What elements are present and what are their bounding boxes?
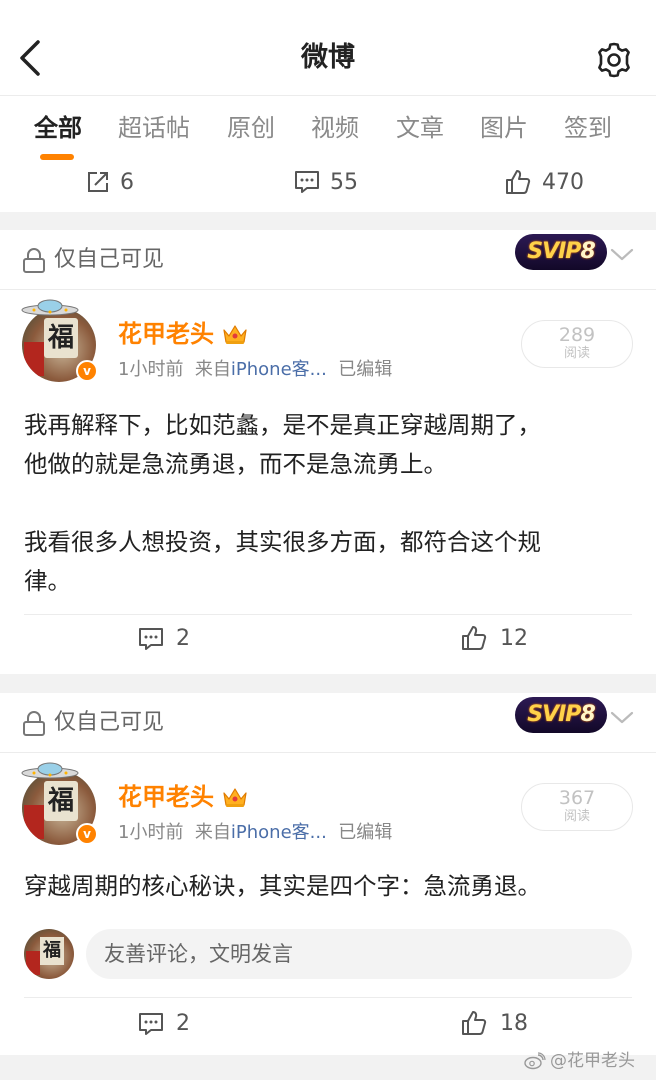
like-button[interactable]: 12 (460, 624, 528, 652)
like-icon (462, 626, 487, 650)
avatar-glyph: 福 (40, 937, 64, 965)
edited-label: 已编辑 (338, 822, 393, 843)
source-prefix: 来自 (194, 359, 231, 380)
comment-count: 55 (330, 169, 358, 195)
lock-icon (23, 711, 45, 736)
post-content: 穿越周期的核心秘诀，其实是四个字：急流勇退。 (24, 872, 541, 900)
crown-icon (223, 325, 247, 344)
comment-icon (139, 1012, 163, 1035)
watermark-text: @花甲老头 (550, 1051, 635, 1071)
repost-icon (88, 172, 108, 192)
like-icon (462, 1011, 487, 1035)
current-user-avatar: 福 (24, 929, 74, 979)
like-icon (506, 170, 531, 194)
visibility-label: 仅自己可见 (54, 710, 165, 735)
read-count: 367 (558, 787, 596, 809)
like-button[interactable]: 470 (504, 164, 584, 200)
chevron-down-icon[interactable] (608, 707, 636, 727)
verified-badge: v (76, 360, 98, 382)
chevron-down-icon[interactable] (608, 244, 636, 264)
svip-level: 8 (580, 702, 595, 727)
edited-label: 已编辑 (338, 359, 393, 380)
settings-icon[interactable] (595, 41, 633, 79)
like-button[interactable]: 18 (460, 1009, 528, 1037)
source-prefix: 来自 (194, 822, 231, 843)
repost-count: 6 (120, 169, 134, 195)
top-bar: 微博 (0, 0, 656, 96)
tab-supertopic[interactable]: 超话帖 (118, 110, 190, 146)
page-title: 微博 (301, 42, 355, 73)
read-count-box: 289 阅读 (521, 320, 633, 368)
avatar-glyph: 福 (44, 318, 78, 358)
crown-icon (223, 788, 247, 807)
visibility-row: 仅自己可见 SVIP8 (0, 693, 656, 753)
username[interactable]: 花甲老头 (118, 317, 214, 351)
post-time: 1小时前 (118, 359, 184, 380)
post-card: 仅自己可见 SVIP8 福 v 花甲老头 1小时前 来自iPhone客... 已… (0, 230, 656, 674)
divider (24, 614, 632, 615)
lock-icon (23, 248, 45, 273)
tab-checkin[interactable]: 签到 (564, 110, 612, 146)
like-count: 18 (500, 1010, 528, 1036)
username[interactable]: 花甲老头 (118, 780, 214, 814)
comment-count: 2 (176, 1011, 190, 1036)
ufo-pendant-icon (21, 299, 79, 316)
like-count: 470 (542, 169, 584, 195)
read-count: 289 (558, 324, 596, 346)
post-card: 仅自己可见 SVIP8 福 v 花甲老头 1小时前 来自iPhone客... 已… (0, 693, 656, 1055)
ufo-pendant-icon (21, 762, 79, 779)
visibility-row: 仅自己可见 SVIP8 (0, 230, 656, 290)
repost-button[interactable]: 6 (86, 164, 134, 200)
filter-tabs: 全部 超话帖 原创 视频 文章 图片 签到 (0, 96, 656, 160)
avatar-glyph: 福 (44, 781, 78, 821)
avatar[interactable]: 福 v (20, 761, 100, 851)
svip-badge[interactable]: SVIP8 (515, 234, 607, 270)
post-source[interactable]: iPhone客... (231, 359, 327, 380)
comment-button[interactable]: 55 (294, 164, 358, 200)
comment-button[interactable]: 2 (138, 1011, 190, 1036)
comment-count: 2 (176, 626, 190, 651)
tab-image[interactable]: 图片 (480, 110, 528, 146)
tab-video[interactable]: 视频 (311, 110, 359, 146)
post-meta: 1小时前 来自iPhone客... 已编辑 (118, 356, 392, 384)
avatar[interactable]: 福 v (20, 298, 100, 388)
watermark: @花甲老头 (524, 1048, 635, 1074)
weibo-logo-icon (524, 1052, 546, 1070)
visibility-label: 仅自己可见 (54, 247, 165, 272)
svip-text: SVIP (527, 239, 581, 264)
post-time: 1小时前 (118, 822, 184, 843)
post-source[interactable]: iPhone客... (231, 822, 327, 843)
svip-level: 8 (580, 239, 595, 264)
comment-icon (295, 171, 319, 193)
tab-article[interactable]: 文章 (396, 110, 444, 146)
tab-all[interactable]: 全部 (34, 110, 82, 146)
svip-badge[interactable]: SVIP8 (515, 697, 607, 733)
post-meta: 1小时前 来自iPhone客... 已编辑 (118, 819, 392, 847)
comment-button[interactable]: 2 (138, 626, 190, 651)
comment-icon (139, 627, 163, 650)
like-count: 12 (500, 625, 528, 651)
read-label: 阅读 (563, 809, 590, 824)
divider (24, 997, 632, 998)
read-label: 阅读 (563, 346, 590, 361)
comment-input[interactable]: 友善评论，文明发言 (86, 929, 632, 979)
previous-post-actions: 6 55 470 (0, 160, 656, 212)
svip-text: SVIP (527, 702, 581, 727)
read-count-box: 367 阅读 (521, 783, 633, 831)
tab-original[interactable]: 原创 (227, 110, 275, 146)
post-content: 我再解释下，比如范蠡，是不是真正穿越周期了， 他做的就是急流勇退，而不是急流勇上… (24, 411, 541, 595)
verified-badge: v (76, 823, 98, 845)
